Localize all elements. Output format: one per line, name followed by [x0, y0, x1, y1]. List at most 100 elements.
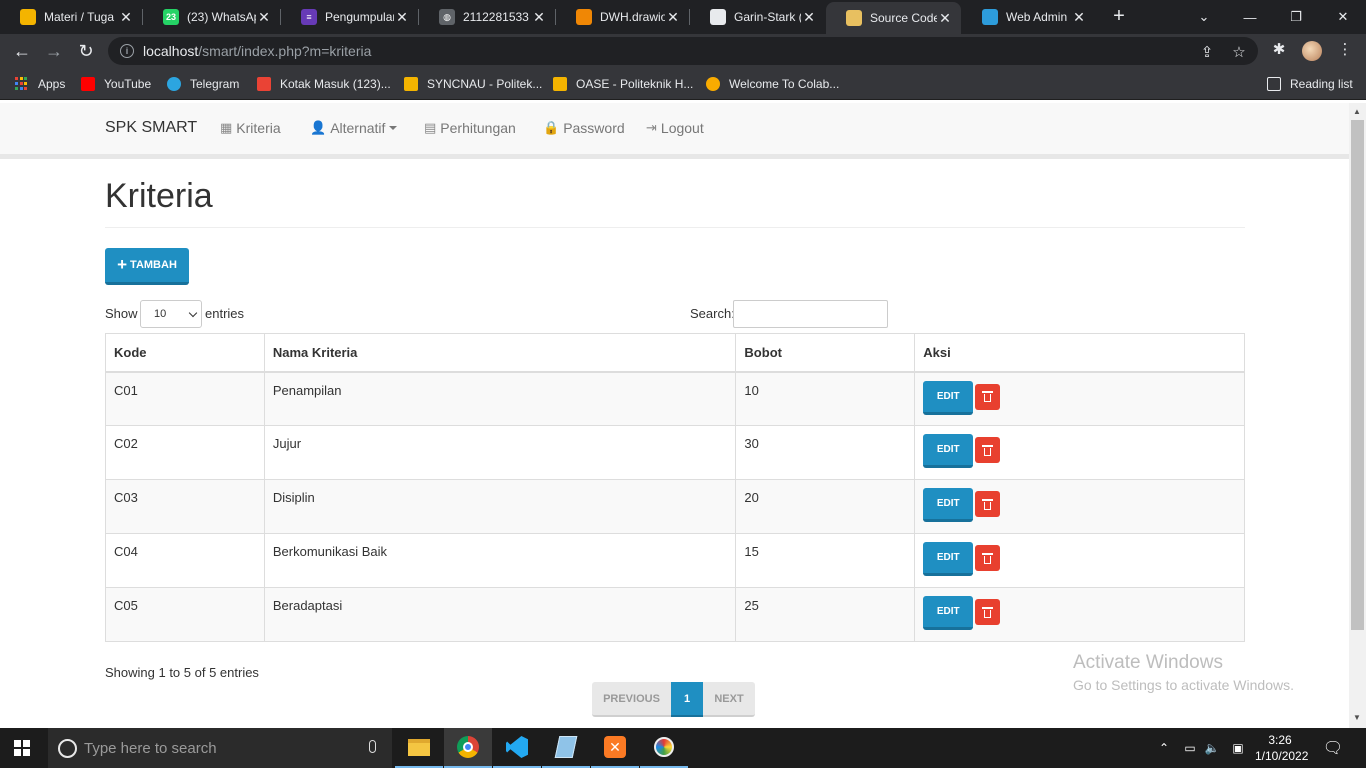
column-header[interactable]: Aksi	[914, 333, 1245, 373]
new-tab-button[interactable]: +	[1108, 6, 1130, 28]
nav-link-alternatif[interactable]: 👤 Alternatif	[310, 120, 398, 136]
address-bar[interactable]: i localhost/smart/index.php?m=kriteria ⇪…	[108, 37, 1258, 65]
extensions-icon[interactable]: ✱	[1270, 41, 1288, 59]
column-header[interactable]: Nama Kriteria	[263, 333, 737, 373]
paint-app[interactable]	[640, 728, 688, 768]
table-row: C05 Beradaptasi 25 EDIT	[105, 587, 1245, 642]
aksi-cell: EDIT	[914, 425, 1245, 480]
network-icon[interactable]: ▣	[1227, 728, 1249, 768]
browser-tab[interactable]: ≡ Pengumpulan ✕	[281, 0, 418, 34]
address-url: localhost/smart/index.php?m=kriteria	[143, 43, 372, 59]
restore-button[interactable]: ❐	[1273, 0, 1319, 34]
add-kriteria-button[interactable]: + TAMBAH	[105, 248, 189, 285]
taskbar-clock[interactable]: 3:26 1/10/2022	[1255, 732, 1308, 764]
edit-button[interactable]: EDIT	[923, 380, 974, 415]
minimize-button[interactable]: —	[1227, 0, 1273, 34]
table-row: C04 Berkomunikasi Baik 15 EDIT	[105, 533, 1245, 588]
close-tab-icon[interactable]: ✕	[118, 9, 134, 26]
microphone-icon[interactable]	[369, 740, 376, 753]
next-page-button[interactable]: NEXT	[703, 682, 755, 717]
grid-icon: ▦	[220, 120, 233, 135]
delete-button[interactable]	[975, 491, 1001, 517]
column-header[interactable]: Kode	[105, 333, 265, 373]
close-tab-icon[interactable]: ✕	[394, 9, 410, 26]
browser-tab[interactable]: Web Admin ✕	[962, 0, 1095, 34]
edit-button[interactable]: EDIT	[923, 542, 974, 576]
delete-button[interactable]	[975, 599, 1001, 625]
close-window-button[interactable]: ✕	[1320, 0, 1366, 34]
browser-tab[interactable]: ◍ 2112281533 ✕	[419, 0, 555, 34]
nav-link-perhitungan[interactable]: ▤ Perhitungan	[424, 120, 516, 136]
scroll-down-icon[interactable]: ▼	[1353, 713, 1361, 722]
chrome-icon	[457, 736, 479, 758]
close-tab-icon[interactable]: ✕	[1071, 9, 1087, 26]
close-tab-icon[interactable]: ✕	[801, 9, 817, 26]
notifications-icon[interactable]: 🗨	[1320, 728, 1346, 768]
bobot-cell: 20	[735, 479, 916, 534]
forward-icon[interactable]: →	[41, 38, 67, 64]
tab-title: Web Admin	[1006, 10, 1068, 24]
page-title: Kriteria	[105, 177, 213, 215]
table-row: C03 Disiplin 20 EDIT	[105, 479, 1245, 534]
tab-search-icon[interactable]: ⌄	[1181, 0, 1227, 34]
browser-tab[interactable]: DWH.drawio ✕	[556, 0, 689, 34]
close-tab-icon[interactable]: ✕	[531, 9, 547, 26]
nav-link-logout[interactable]: ⇥ Logout	[646, 120, 704, 136]
scroll-up-icon[interactable]: ▲	[1353, 107, 1361, 116]
bookmark-item[interactable]: Apps	[15, 76, 65, 92]
xampp-app[interactable]: ✕	[591, 728, 639, 768]
windows-start-icon[interactable]	[14, 740, 30, 756]
reading-list-button[interactable]: Reading list	[1267, 76, 1353, 92]
close-tab-icon[interactable]: ✕	[665, 9, 681, 26]
previous-page-button[interactable]: PREVIOUS	[592, 682, 671, 717]
bobot-cell: 10	[735, 371, 916, 426]
delete-button[interactable]	[975, 383, 1001, 410]
edit-button[interactable]: EDIT	[923, 488, 974, 522]
taskbar-search[interactable]: Type here to search	[48, 728, 392, 768]
edit-button[interactable]: EDIT	[923, 596, 974, 630]
browser-tab[interactable]: Garin-Stark (C✕	[690, 0, 825, 34]
page-length-select[interactable]: 10	[140, 300, 202, 328]
close-tab-icon[interactable]: ✕	[937, 10, 953, 27]
menu-kebab-icon[interactable]: ⋮	[1336, 41, 1354, 59]
column-header[interactable]: Bobot	[735, 333, 916, 373]
nav-link-password[interactable]: 🔒 Password	[543, 120, 625, 136]
share-icon[interactable]: ⇪	[1198, 44, 1216, 62]
brand-link[interactable]: SPK SMART	[105, 119, 197, 137]
notepad-app[interactable]	[542, 728, 590, 768]
file-explorer-app[interactable]	[395, 728, 443, 768]
xampp-icon: ✕	[604, 736, 626, 758]
bookmark-item[interactable]: YouTube	[81, 76, 151, 92]
edit-button[interactable]: EDIT	[923, 434, 974, 468]
browser-tab[interactable]: Materi / Tuga ✕	[0, 0, 142, 34]
bookmark-item[interactable]: SYNCNAU - Politek...	[404, 76, 542, 92]
vscode-app[interactable]	[493, 728, 541, 768]
bookmark-item[interactable]: Kotak Masuk (123)...	[257, 76, 391, 92]
bookmark-item[interactable]: Welcome To Colab...	[706, 76, 839, 92]
search-input[interactable]	[733, 300, 888, 328]
battery-icon[interactable]: ▭	[1180, 728, 1200, 768]
chrome-app[interactable]	[444, 728, 492, 768]
apps-grid-icon	[15, 77, 29, 91]
reload-icon[interactable]: ↻	[73, 38, 99, 64]
page-1-button[interactable]: 1	[671, 682, 703, 717]
delete-button[interactable]	[975, 545, 1001, 571]
bookmark-star-icon[interactable]: ☆	[1230, 44, 1248, 62]
delete-button[interactable]	[975, 437, 1001, 463]
browser-tab[interactable]: 23 (23) WhatsAp ✕	[143, 0, 280, 34]
page-scrollbar[interactable]: ▲ ▼	[1349, 103, 1366, 728]
bookmark-item[interactable]: OASE - Politeknik H...	[553, 76, 693, 92]
close-tab-icon[interactable]: ✕	[256, 9, 272, 26]
browser-tab[interactable]: Source Code ✕	[826, 2, 961, 34]
site-info-icon[interactable]: i	[120, 44, 134, 58]
browser-toolbar: ← → ↻ i localhost/smart/index.php?m=krit…	[0, 34, 1366, 68]
profile-avatar[interactable]	[1302, 41, 1322, 61]
scrollbar-thumb[interactable]	[1351, 120, 1364, 630]
bookmark-item[interactable]: Telegram	[167, 76, 239, 92]
search-icon	[58, 738, 77, 758]
activate-windows-watermark: Activate Windows Go to Settings to activ…	[1073, 652, 1294, 693]
tray-chevron-up-icon[interactable]: ⌃	[1155, 728, 1173, 768]
back-icon[interactable]: ←	[9, 38, 35, 64]
nav-link-kriteria[interactable]: ▦ Kriteria	[220, 120, 281, 136]
volume-icon[interactable]: 🔈	[1202, 728, 1222, 768]
